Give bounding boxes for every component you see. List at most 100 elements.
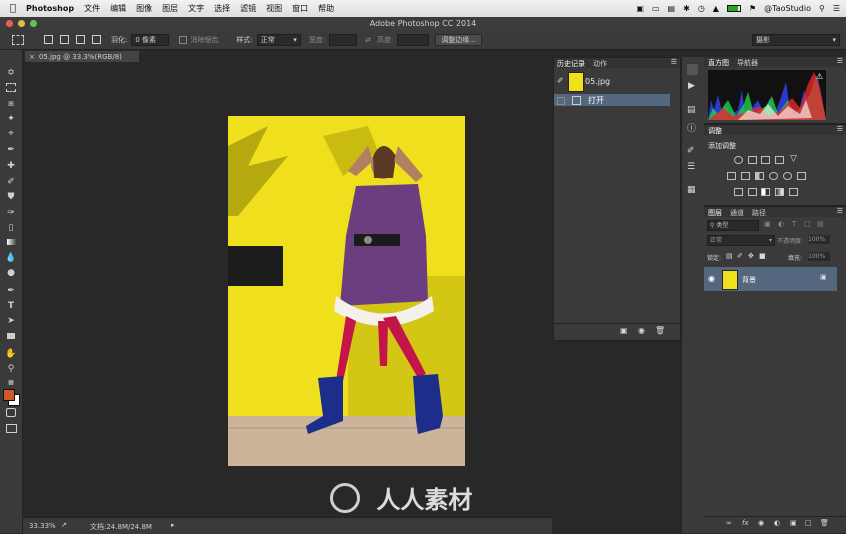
quick-select-tool-icon[interactable]: ✦ bbox=[4, 113, 18, 125]
add-selection-icon[interactable] bbox=[60, 35, 69, 44]
history-brush-tool-icon[interactable]: ✑ bbox=[4, 207, 18, 219]
refine-edge-button[interactable]: 调整边缘... bbox=[435, 33, 482, 46]
menu-select[interactable]: 选择 bbox=[214, 3, 230, 14]
tab-actions[interactable]: 动作 bbox=[593, 59, 607, 69]
menu-layer[interactable]: 图层 bbox=[162, 3, 178, 14]
feather-input[interactable]: 0 像素 bbox=[131, 33, 170, 46]
menu-filter[interactable]: 滤镜 bbox=[240, 3, 256, 14]
new-selection-icon[interactable] bbox=[44, 35, 53, 44]
tab-adjustments[interactable]: 调整 bbox=[708, 126, 722, 136]
panel-menu-icon[interactable]: ☰ bbox=[837, 125, 843, 133]
rect-marquee-tool-icon[interactable] bbox=[4, 83, 18, 95]
menu-type[interactable]: 文字 bbox=[188, 3, 204, 14]
healing-brush-tool-icon[interactable]: ✚ bbox=[4, 160, 18, 172]
panel-menu-icon[interactable]: ☰ bbox=[671, 58, 677, 66]
search-icon[interactable]: ⚲ bbox=[819, 4, 825, 13]
color-lookup-icon[interactable] bbox=[797, 172, 806, 180]
new-group-icon[interactable]: ▣ bbox=[790, 519, 797, 527]
menu-view[interactable]: 视图 bbox=[266, 3, 282, 14]
tab-channels[interactable]: 通道 bbox=[730, 208, 744, 218]
filter-pixel-icon[interactable]: ▣ bbox=[764, 220, 771, 228]
dodge-tool-icon[interactable]: ● bbox=[4, 267, 18, 279]
zoom-window-button[interactable] bbox=[30, 20, 37, 27]
intersect-selection-icon[interactable] bbox=[92, 35, 101, 44]
quick-mask-icon[interactable] bbox=[4, 408, 18, 420]
menu-edit[interactable]: 编辑 bbox=[110, 3, 126, 14]
new-document-from-state-icon[interactable]: ▣ bbox=[620, 326, 628, 335]
flag-icon[interactable]: ⚑ bbox=[749, 4, 756, 13]
panel-menu-icon[interactable]: ☰ bbox=[837, 57, 843, 65]
monitor-icon[interactable]: ▭ bbox=[652, 4, 660, 13]
layer-row[interactable]: ◉ 背景 ▣ bbox=[704, 267, 837, 291]
history-step-checkbox[interactable] bbox=[557, 97, 565, 105]
threshold-icon[interactable] bbox=[761, 188, 770, 196]
list-icon[interactable]: ☰ bbox=[833, 4, 840, 13]
eyedropper-tool-icon[interactable]: ✒ bbox=[4, 144, 18, 156]
lock-all-icon[interactable]: ■ bbox=[759, 252, 766, 260]
eraser-tool-icon[interactable]: ▯ bbox=[4, 222, 18, 234]
lasso-tool-icon[interactable]: ⧆ bbox=[4, 98, 18, 110]
vibrance-icon[interactable]: ▽ bbox=[790, 154, 797, 164]
hand-tool-icon[interactable]: ✋ bbox=[4, 348, 18, 360]
tab-histogram[interactable]: 直方图 bbox=[708, 58, 729, 68]
subtract-selection-icon[interactable] bbox=[76, 35, 85, 44]
type-tool-icon[interactable]: T bbox=[4, 300, 18, 312]
foreground-color-swatch[interactable] bbox=[3, 389, 15, 401]
new-snapshot-icon[interactable]: ◉ bbox=[638, 326, 645, 335]
camera-icon[interactable]: ▣ bbox=[636, 4, 644, 13]
style-select[interactable]: 正常 ▾ bbox=[256, 33, 301, 46]
exposure-icon[interactable] bbox=[775, 156, 784, 164]
filter-shape-icon[interactable]: □ bbox=[804, 220, 811, 228]
apple-icon[interactable]:  bbox=[10, 3, 16, 14]
status-export-icon[interactable]: ↗ bbox=[61, 521, 67, 529]
selective-color-icon[interactable] bbox=[789, 188, 798, 196]
new-layer-icon[interactable]: □ bbox=[805, 519, 812, 527]
history-snapshot[interactable]: ✐ 05.jpg bbox=[554, 70, 680, 92]
lock-position-icon[interactable]: ✥ bbox=[748, 252, 754, 260]
properties-panel-icon[interactable]: ⓘ bbox=[687, 121, 696, 134]
new-adjustment-layer-icon[interactable]: ◐ bbox=[774, 519, 780, 527]
default-colors-icon[interactable]: ▦ bbox=[4, 377, 18, 389]
user-menu[interactable]: @TaoStudio bbox=[764, 4, 811, 13]
swap-icon[interactable]: ⇄ bbox=[365, 36, 371, 44]
menu-file[interactable]: 文件 bbox=[84, 3, 100, 14]
eye-icon[interactable]: ◉ bbox=[708, 274, 715, 283]
shape-tool-icon[interactable] bbox=[4, 331, 18, 343]
lock-pixels-icon[interactable]: ✐ bbox=[737, 252, 743, 260]
marquee-tool-preset-icon[interactable] bbox=[12, 34, 24, 45]
clone-stamp-tool-icon[interactable]: ⛊ bbox=[4, 191, 18, 203]
tab-navigator[interactable]: 导航器 bbox=[737, 58, 758, 68]
layer-filter-select[interactable]: ⚲ 类型 bbox=[707, 220, 759, 231]
antialias-checkbox[interactable] bbox=[179, 35, 188, 44]
clone-source-icon[interactable]: ▦ bbox=[687, 185, 696, 195]
menu-window[interactable]: 窗口 bbox=[292, 3, 308, 14]
move-tool-icon[interactable]: ✡ bbox=[4, 67, 18, 79]
display-icon[interactable]: ▤ bbox=[668, 4, 676, 13]
tab-history[interactable]: 历史记录 bbox=[557, 59, 585, 69]
layer-style-icon[interactable]: fx bbox=[742, 519, 749, 527]
menu-image[interactable]: 图像 bbox=[136, 3, 152, 14]
height-input[interactable] bbox=[397, 33, 430, 46]
character-panel-icon[interactable]: ▤ bbox=[687, 105, 696, 115]
filter-smart-icon[interactable]: ▤ bbox=[817, 220, 824, 228]
panel-menu-icon[interactable]: ☰ bbox=[837, 207, 843, 215]
screen-mode-icon[interactable] bbox=[4, 424, 18, 436]
history-panel-icon[interactable] bbox=[687, 64, 698, 75]
width-input[interactable] bbox=[329, 33, 358, 46]
filter-adjustment-icon[interactable]: ◐ bbox=[778, 220, 784, 228]
opacity-input[interactable]: 100% bbox=[808, 235, 830, 244]
history-brush-source-icon[interactable]: ✐ bbox=[557, 76, 564, 85]
color-balance-icon[interactable] bbox=[741, 172, 750, 180]
gradient-tool-icon[interactable] bbox=[4, 237, 18, 249]
histogram-warning-icon[interactable]: ⚠ bbox=[816, 72, 823, 81]
brightness-contrast-icon[interactable] bbox=[734, 156, 743, 164]
invert-icon[interactable] bbox=[734, 188, 743, 196]
add-mask-icon[interactable]: ◉ bbox=[758, 519, 764, 527]
channel-mixer-icon[interactable] bbox=[783, 172, 792, 180]
battery-icon[interactable] bbox=[726, 5, 741, 12]
zoom-level[interactable]: 33.33% bbox=[29, 522, 56, 530]
tab-layers[interactable]: 图层 bbox=[708, 208, 722, 218]
gradient-map-icon[interactable] bbox=[775, 188, 784, 196]
app-menu[interactable]: Photoshop bbox=[26, 4, 74, 13]
close-tab-icon[interactable]: × bbox=[29, 53, 35, 61]
